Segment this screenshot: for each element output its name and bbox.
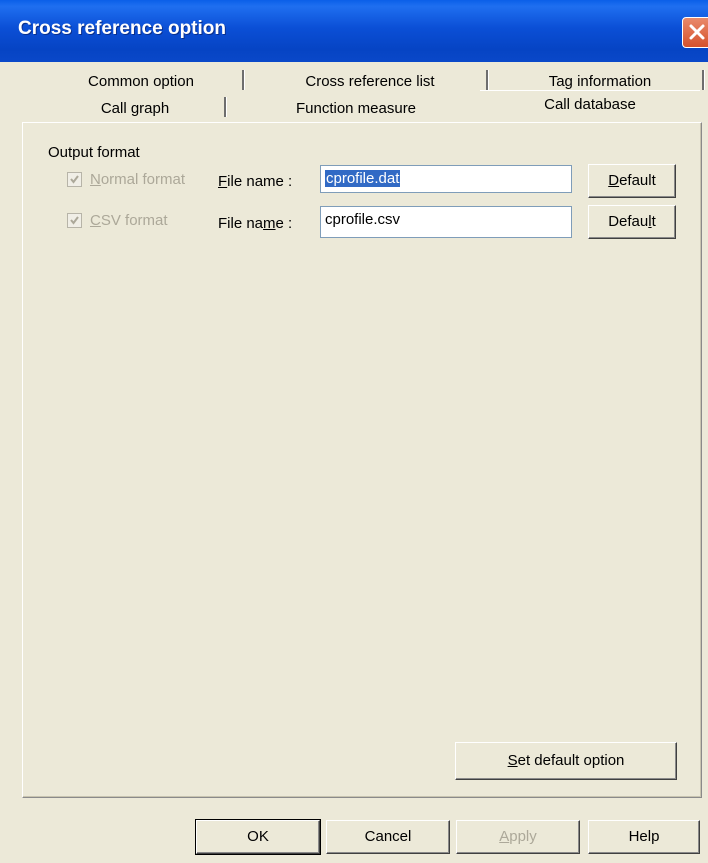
csv-file-name-label: File name : bbox=[218, 215, 293, 232]
csv-default-button[interactable]: Default bbox=[588, 205, 676, 239]
help-button[interactable]: Help bbox=[588, 820, 700, 854]
title-bar[interactable]: Cross reference option bbox=[0, 0, 708, 62]
cancel-label: Cancel bbox=[364, 828, 412, 845]
tab-divider bbox=[702, 70, 705, 90]
ok-button[interactable]: OK bbox=[195, 819, 321, 855]
close-button[interactable] bbox=[682, 17, 708, 48]
csv-format-checkbox[interactable] bbox=[67, 213, 82, 228]
tab-common-option[interactable]: Common option bbox=[66, 70, 216, 94]
tab-divider bbox=[486, 70, 489, 90]
tab-divider bbox=[224, 97, 227, 117]
tab-label: Common option bbox=[88, 73, 194, 90]
checkmark-icon bbox=[70, 175, 79, 184]
tab-call-graph[interactable]: Call graph bbox=[60, 97, 210, 121]
input-value: cprofile.csv bbox=[325, 211, 401, 228]
ok-label: OK bbox=[247, 828, 269, 845]
csv-file-name-input[interactable]: cprofile.csv bbox=[320, 206, 572, 238]
normal-file-name-label: File name : bbox=[218, 173, 293, 190]
cancel-button[interactable]: Cancel bbox=[326, 820, 450, 854]
help-label: Help bbox=[628, 828, 660, 845]
tab-label: Cross reference list bbox=[305, 73, 435, 90]
normal-file-name-input[interactable]: cprofile.dat bbox=[320, 165, 572, 193]
normal-format-label: Normal format bbox=[90, 171, 186, 188]
tab-call-database[interactable]: Call database bbox=[480, 90, 700, 119]
csv-format-label: CSV format bbox=[90, 212, 168, 229]
tab-cross-reference-list[interactable]: Cross reference list bbox=[280, 70, 460, 94]
apply-button[interactable]: Apply bbox=[456, 820, 580, 854]
output-format-label: Output format bbox=[48, 144, 140, 161]
selected-text: cprofile.dat bbox=[325, 170, 401, 187]
window-title: Cross reference option bbox=[18, 18, 226, 39]
tab-label: Call graph bbox=[100, 100, 170, 117]
tab-label: Call database bbox=[544, 96, 636, 113]
normal-format-checkbox[interactable] bbox=[67, 172, 82, 187]
tab-function-measure[interactable]: Function measure bbox=[266, 97, 446, 121]
tab-label: Tag information bbox=[548, 73, 652, 90]
tab-divider bbox=[242, 70, 245, 90]
checkmark-icon bbox=[70, 216, 79, 225]
set-default-option-button[interactable]: Set default option bbox=[455, 742, 677, 780]
close-icon bbox=[689, 24, 705, 40]
tab-label: Function measure bbox=[295, 100, 417, 117]
normal-default-button[interactable]: Default bbox=[588, 164, 676, 198]
